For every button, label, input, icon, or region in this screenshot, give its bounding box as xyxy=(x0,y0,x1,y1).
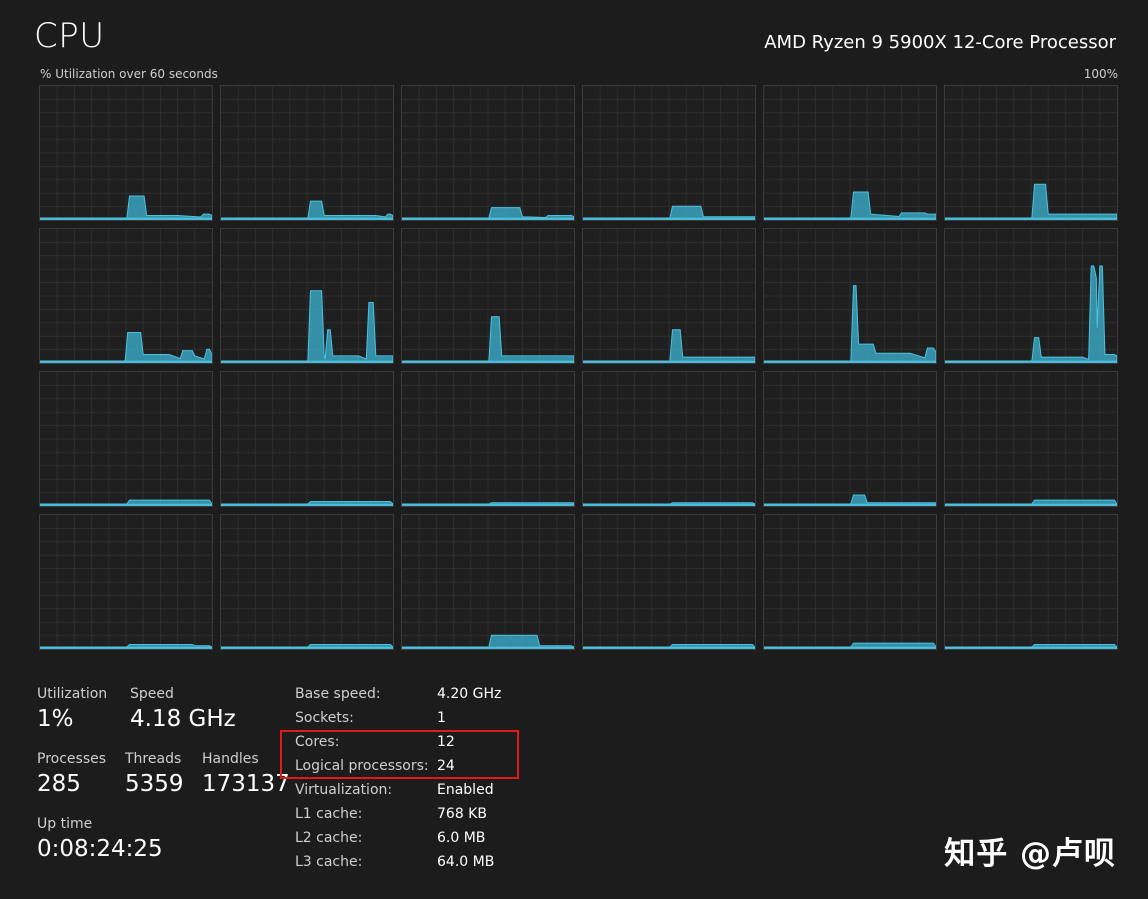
spec-value: Enabled xyxy=(437,782,494,798)
processes-stat: Processes 285 xyxy=(37,751,106,797)
cpu-graph-21 xyxy=(582,514,756,650)
threads-value: 5359 xyxy=(125,771,184,797)
cpu-graph-19 xyxy=(220,514,394,650)
spec-key: L2 cache: xyxy=(295,830,363,846)
cpu-graph-2 xyxy=(401,85,575,221)
max-percent-label: 100% xyxy=(1083,67,1118,81)
spec-value: 64.0 MB xyxy=(437,854,495,870)
cpu-graph-20 xyxy=(401,514,575,650)
uptime-value: 0:08:24:25 xyxy=(37,836,163,862)
cpu-graph-23 xyxy=(944,514,1118,650)
threads-label: Threads xyxy=(125,751,182,767)
spec-value: 1 xyxy=(437,710,446,726)
handles-label: Handles xyxy=(202,751,259,767)
uptime-stat: Up time 0:08:24:25 xyxy=(37,816,163,862)
cpu-graph-5 xyxy=(944,85,1118,221)
cpu-graph-10 xyxy=(763,228,937,364)
cores-highlight-box xyxy=(280,730,519,779)
cpu-title: CPU xyxy=(34,16,105,56)
handles-value: 173137 xyxy=(202,771,290,797)
cpu-graph-11 xyxy=(944,228,1118,364)
handles-stat: Handles 173137 xyxy=(202,751,290,797)
utilization-stat: Utilization 1% xyxy=(37,686,107,732)
spec-key: L1 cache: xyxy=(295,806,363,822)
spec-value: 4.20 GHz xyxy=(437,686,502,702)
cpu-graph-18 xyxy=(39,514,213,650)
utilization-value: 1% xyxy=(37,706,74,732)
cpu-graph-1 xyxy=(220,85,394,221)
processor-name: AMD Ryzen 9 5900X 12-Core Processor xyxy=(764,32,1116,53)
cpu-graph-8 xyxy=(401,228,575,364)
threads-stat: Threads 5359 xyxy=(125,751,184,797)
spec-key: Base speed: xyxy=(295,686,381,702)
spec-key: Sockets: xyxy=(295,710,354,726)
spec-value: 6.0 MB xyxy=(437,830,486,846)
cpu-graph-3 xyxy=(582,85,756,221)
utilization-caption: % Utilization over 60 seconds xyxy=(40,67,218,81)
cpu-graph-grid xyxy=(39,85,1118,651)
cpu-graph-12 xyxy=(39,371,213,507)
cpu-graph-6 xyxy=(39,228,213,364)
cpu-graph-13 xyxy=(220,371,394,507)
watermark: 知乎 @卢呗 xyxy=(944,836,1116,872)
cpu-graph-15 xyxy=(582,371,756,507)
speed-label: Speed xyxy=(130,686,174,702)
spec-key: Virtualization: xyxy=(295,782,393,798)
cpu-graph-4 xyxy=(763,85,937,221)
speed-stat: Speed 4.18 GHz xyxy=(130,686,236,732)
spec-key: L3 cache: xyxy=(295,854,363,870)
cpu-graph-14 xyxy=(401,371,575,507)
cpu-graph-17 xyxy=(944,371,1118,507)
speed-value: 4.18 GHz xyxy=(130,706,236,732)
cpu-graph-7 xyxy=(220,228,394,364)
utilization-label: Utilization xyxy=(37,686,108,702)
cpu-graph-0 xyxy=(39,85,213,221)
uptime-label: Up time xyxy=(37,816,93,832)
cpu-graph-22 xyxy=(763,514,937,650)
processes-label: Processes xyxy=(37,751,107,767)
cpu-graph-16 xyxy=(763,371,937,507)
cpu-graph-9 xyxy=(582,228,756,364)
processes-value: 285 xyxy=(37,771,81,797)
spec-value: 768 KB xyxy=(437,806,487,822)
